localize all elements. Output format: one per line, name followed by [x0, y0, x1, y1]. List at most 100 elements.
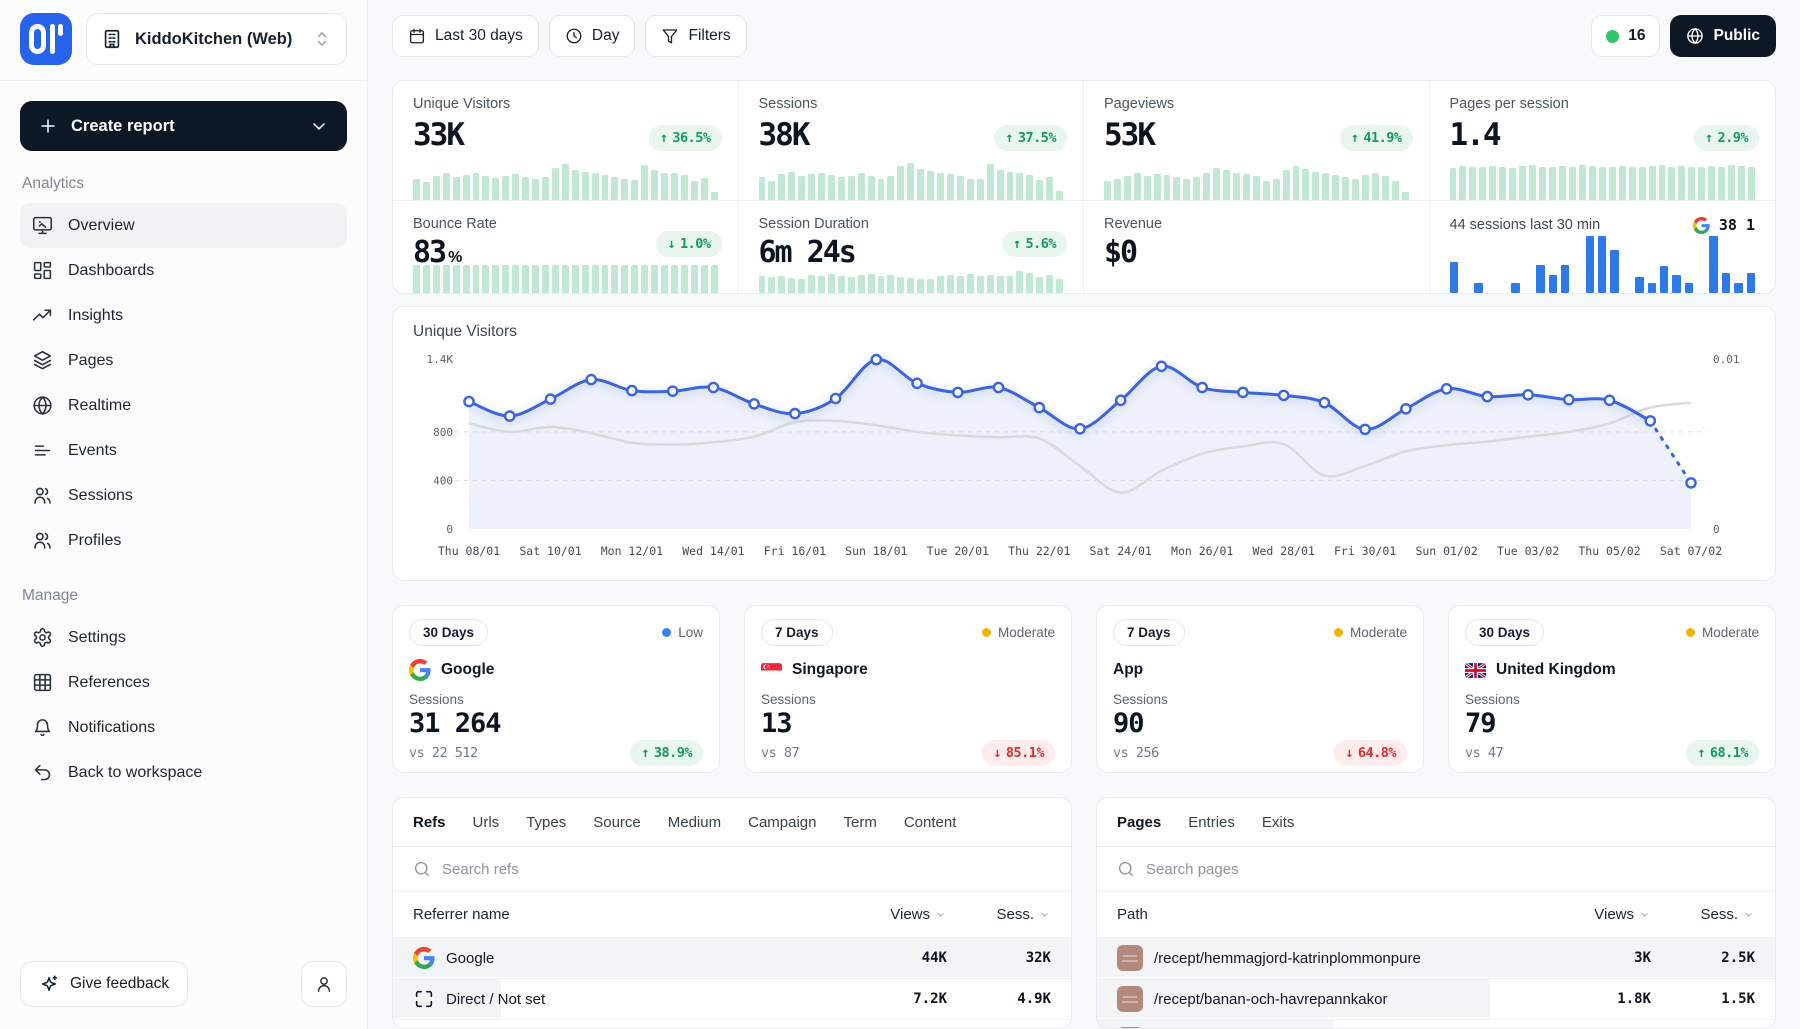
- delta-value: 5.6%: [1025, 236, 1056, 252]
- period-pill[interactable]: 30 Days: [1465, 619, 1544, 646]
- date-range-button[interactable]: Last 30 days: [392, 15, 539, 57]
- sidebar-item-settings[interactable]: Settings: [20, 615, 347, 660]
- globe-icon: [1686, 27, 1704, 45]
- chevrons-up-down-icon: [312, 29, 332, 49]
- pages-col-views[interactable]: Views: [1547, 906, 1651, 923]
- svg-text:Fri 16/01: Fri 16/01: [764, 544, 826, 558]
- sidebar-item-references[interactable]: References: [20, 660, 347, 705]
- clock-icon: [565, 27, 583, 45]
- refs-tab-urls[interactable]: Urls: [473, 814, 500, 831]
- refs-row-direct-not-set[interactable]: Direct / Not set7.2K4.9K: [393, 979, 1071, 1020]
- metric-card-unique-visitors[interactable]: Unique Visitors33K↑36.5%: [393, 81, 739, 201]
- pages-tab-entries[interactable]: Entries: [1188, 814, 1235, 831]
- realtime-card[interactable]: 44 sessions last 30 min381: [1430, 201, 1776, 293]
- metric-card-revenue[interactable]: Revenue $0: [1084, 201, 1430, 293]
- svg-text:Wed 28/01: Wed 28/01: [1253, 544, 1315, 558]
- svg-text:Thu 05/02: Thu 05/02: [1578, 544, 1640, 558]
- insight-value: 13: [761, 708, 1055, 739]
- pages-col-sess[interactable]: Sess.: [1651, 906, 1755, 923]
- workspace-selector[interactable]: KiddoKitchen (Web): [86, 13, 347, 65]
- refs-col-sess[interactable]: Sess.: [947, 906, 1051, 923]
- metric-card-pages-per-session[interactable]: Pages per session1.4↑2.9%: [1430, 81, 1776, 201]
- insight-title-label: United Kingdom: [1496, 661, 1616, 679]
- metric-card-session-duration[interactable]: Session Duration6m 24s↑5.6%: [739, 201, 1085, 293]
- sidebar-item-back-to-workspace[interactable]: Back to workspace: [20, 750, 347, 795]
- row-views: 7.2K: [843, 991, 947, 1007]
- realtime-icon: [32, 395, 53, 416]
- filters-button[interactable]: Filters: [645, 15, 746, 57]
- pages-tabs: Pages Entries Exits: [1097, 798, 1775, 847]
- delta-badge: ↑2.9%: [1694, 125, 1759, 151]
- refs-tab-source[interactable]: Source: [593, 814, 641, 831]
- pages-search-input[interactable]: [1146, 861, 1755, 878]
- refs-search-input[interactable]: [442, 861, 1051, 878]
- svg-text:800: 800: [433, 426, 453, 439]
- person-icon: [314, 974, 334, 994]
- sidebar-item-overview[interactable]: Overview: [20, 203, 347, 248]
- refs-tab-refs[interactable]: Refs: [413, 814, 446, 831]
- public-button[interactable]: Public: [1670, 15, 1776, 57]
- insight-card-app[interactable]: 7 DaysModerateAppSessions90vs 256↓64.8%: [1096, 605, 1424, 773]
- level-indicator: Moderate: [982, 625, 1055, 640]
- metric-card-sessions[interactable]: Sessions38K↑37.5%: [739, 81, 1085, 201]
- sidebar-item-insights[interactable]: Insights: [20, 293, 347, 338]
- pages-tab-pages[interactable]: Pages: [1117, 814, 1161, 831]
- sidebar-item-profiles[interactable]: Profiles: [20, 518, 347, 563]
- svg-text:Sun 01/02: Sun 01/02: [1415, 544, 1477, 558]
- period-pill[interactable]: 7 Days: [761, 619, 833, 646]
- sidebar-item-notifications[interactable]: Notifications: [20, 705, 347, 750]
- date-range-label: Last 30 days: [435, 27, 523, 45]
- live-visitors-pill[interactable]: 16: [1591, 15, 1660, 57]
- period-pill[interactable]: 7 Days: [1113, 619, 1185, 646]
- workspace-name: KiddoKitchen (Web): [135, 30, 292, 49]
- unique-visitors-chart[interactable]: 04008001.4K0.010Thu 08/01Sat 10/01Mon 12…: [413, 343, 1755, 572]
- refs-row-row[interactable]: [393, 1020, 1071, 1029]
- insight-title: United Kingdom: [1465, 659, 1759, 681]
- create-report-button[interactable]: Create report: [20, 101, 347, 151]
- metric-value: $0: [1104, 235, 1409, 270]
- refs-col-views[interactable]: Views: [843, 906, 947, 923]
- period-pill[interactable]: 30 Days: [409, 619, 488, 646]
- logo-mark: [29, 24, 46, 54]
- pages-tab-exits[interactable]: Exits: [1262, 814, 1295, 831]
- refs-tab-term[interactable]: Term: [843, 814, 876, 831]
- users-icon: [32, 485, 53, 506]
- refs-tab-content[interactable]: Content: [904, 814, 957, 831]
- sidebar-item-dashboards[interactable]: Dashboards: [20, 248, 347, 293]
- sidebar-item-events[interactable]: Events: [20, 428, 347, 473]
- metric-card-bounce-rate[interactable]: Bounce Rate83%↓1.0%: [393, 201, 739, 293]
- insight-card-singapore[interactable]: 7 DaysModerateSingaporeSessions13vs 87↓8…: [744, 605, 1072, 773]
- referrers-panel: Refs Urls Types Source Medium Campaign Term Con…: [392, 797, 1072, 1029]
- metric-card-pageviews[interactable]: Pageviews53K↑41.9%: [1084, 81, 1430, 201]
- insight-card-united-kingdom[interactable]: 30 DaysModerateUnited KingdomSessions79v…: [1448, 605, 1776, 773]
- sort-icon: [1638, 908, 1651, 921]
- search-icon: [1117, 860, 1135, 878]
- row-sessions: 2.5K: [1651, 950, 1755, 966]
- sidebar-item-pages[interactable]: Pages: [20, 338, 347, 383]
- insight-title: Google: [409, 659, 703, 681]
- calendar-icon: [408, 27, 426, 45]
- pages-row-recept-banan-och-havrepannkakor[interactable]: /recept/banan-och-havrepannkakor1.8K1.5K: [1097, 979, 1775, 1020]
- refs-row-google[interactable]: Google44K32K: [393, 938, 1071, 979]
- direct-icon: [413, 988, 435, 1010]
- svg-text:0.01: 0.01: [1713, 353, 1740, 366]
- give-feedback-button[interactable]: Give feedback: [20, 961, 188, 1007]
- insight-metric-label: Sessions: [1465, 692, 1759, 707]
- metric-label: Revenue: [1104, 216, 1409, 232]
- app-logo[interactable]: [20, 13, 72, 65]
- pages-row-recept-hemmagjord-katrinplommonpure[interactable]: /recept/hemmagjord-katrinplommonpure3K2.…: [1097, 938, 1775, 979]
- sidebar-item-realtime[interactable]: Realtime: [20, 383, 347, 428]
- pages-row-row[interactable]: [1097, 1020, 1775, 1029]
- metric-sparkline: [413, 264, 718, 293]
- pages-panel: PagesEntriesExitsPathViewsSess./recept/h…: [1096, 797, 1776, 1029]
- profile-button[interactable]: [301, 961, 347, 1007]
- sidebar-item-sessions[interactable]: Sessions: [20, 473, 347, 518]
- insight-card-google[interactable]: 30 DaysLowGoogleSessions31 264vs 22 512↑…: [392, 605, 720, 773]
- row-views: 3K: [1547, 950, 1651, 966]
- refs-tab-types[interactable]: Types: [526, 814, 566, 831]
- interval-button[interactable]: Day: [549, 15, 636, 57]
- refs-tab-campaign[interactable]: Campaign: [748, 814, 816, 831]
- svg-text:Mon 12/01: Mon 12/01: [601, 544, 663, 558]
- refs-tab-medium[interactable]: Medium: [668, 814, 721, 831]
- row-name-label: /recept/banan-och-havrepannkakor: [1154, 991, 1387, 1008]
